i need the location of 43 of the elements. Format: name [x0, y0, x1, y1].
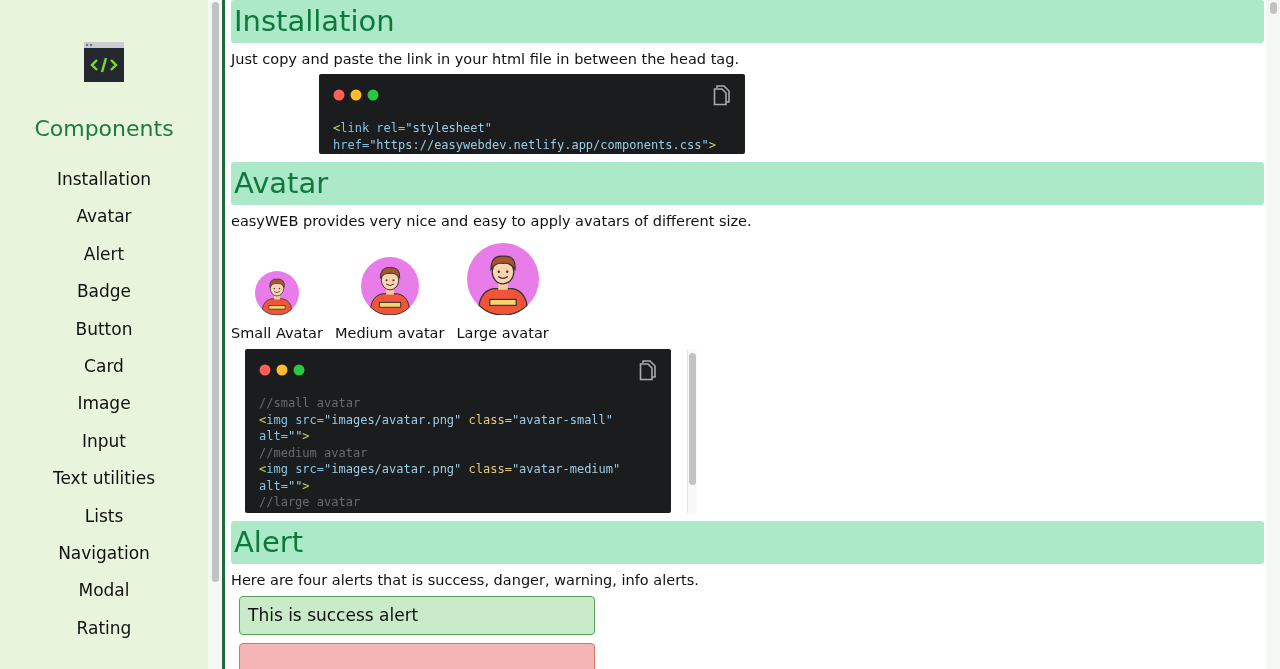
code-comment: //medium avatar — [259, 444, 369, 461]
nav-link[interactable]: Avatar — [76, 206, 132, 244]
nav-link[interactable]: Image — [77, 393, 131, 431]
section-text: Just copy and paste the link in your html file in between the head tag. — [231, 51, 741, 67]
section-heading: Alert — [231, 521, 1264, 564]
avatar-caption: Medium avatar — [334, 325, 445, 341]
avatar-caption: Small Avatar — [231, 325, 323, 341]
nav-link[interactable]: Alert — [83, 243, 125, 282]
alert-box: This is success alert — [239, 596, 595, 635]
window-dots-icon — [333, 88, 379, 101]
nav-link[interactable]: Input — [82, 430, 126, 469]
scrollbar[interactable] — [687, 349, 697, 513]
code-logo-icon — [84, 42, 124, 82]
copy-icon[interactable] — [639, 359, 657, 381]
nav-link[interactable]: Badge — [76, 281, 132, 319]
section-text: easyWEB provides very nice and easy to apply avatars of different size. — [231, 213, 753, 229]
avatar-drawing — [254, 271, 299, 315]
nav-link[interactable]: Modal — [78, 580, 130, 618]
code-line: alt=""> — [259, 428, 311, 445]
code-line: alt=""> — [259, 477, 311, 494]
nav-link[interactable]: Card — [84, 355, 124, 394]
avatar-caption: Large avatar — [456, 325, 549, 341]
scrollbar[interactable] — [1266, 0, 1280, 669]
nav-link[interactable]: Navigation — [58, 542, 150, 581]
section-heading: Avatar — [231, 162, 1264, 205]
nav-link[interactable]: Text utilities — [52, 468, 156, 506]
nav-link[interactable]: Button — [75, 318, 133, 356]
code-line: <img src="images/avatar.png" class="avatar-medium" — [259, 461, 622, 478]
code-comment: //small avatar — [259, 395, 362, 412]
window-dots-icon — [259, 363, 305, 376]
scrollbar[interactable] — [208, 0, 222, 669]
code-comment: //large avatar — [259, 494, 362, 511]
code-line: <link rel="stylesheet" — [333, 120, 493, 137]
section-heading: Installation — [231, 0, 1264, 43]
code-line: href="https://easywebdev.netlify.app/components.css"> — [333, 136, 717, 153]
nav-link[interactable]: Lists — [84, 505, 124, 543]
avatar-drawing — [360, 257, 419, 315]
nav-link[interactable]: Installation — [56, 169, 152, 207]
code-line: <img src="images/avatar.png" class="avatar-small" — [259, 411, 615, 428]
sidebar-title: Components — [34, 116, 174, 141]
copy-icon[interactable] — [713, 84, 731, 106]
nav-link[interactable]: Rating — [76, 617, 132, 656]
section-text: Here are four alerts that is success, danger, warning, info alerts. — [231, 572, 700, 588]
